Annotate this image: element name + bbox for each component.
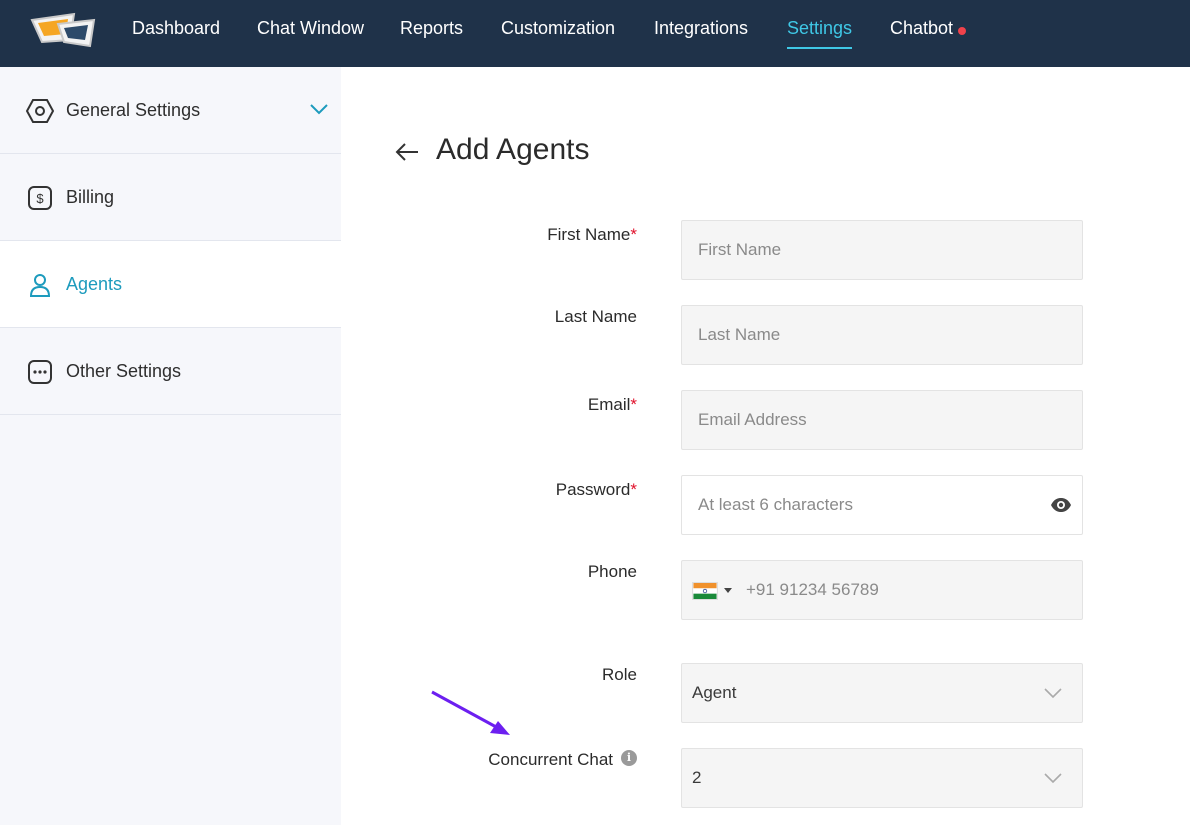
role-label: Role — [602, 665, 637, 684]
required-mark: * — [630, 480, 637, 499]
concurrent-chat-label: Concurrent Chat — [488, 750, 613, 769]
annotation-arrow-icon — [431, 690, 510, 735]
password-field[interactable] — [681, 475, 1083, 535]
page-title: Add Agents — [436, 133, 590, 166]
last-name-field[interactable] — [681, 305, 1083, 365]
chat-bubbles-logo[interactable] — [30, 12, 96, 50]
phone-label: Phone — [587, 562, 637, 581]
dollar-icon: $ — [28, 186, 52, 210]
country-dropdown-caret-icon[interactable] — [724, 588, 732, 593]
phone-field[interactable] — [681, 560, 1083, 620]
more-dots-icon — [28, 360, 52, 384]
first-name-label: First Name* — [547, 225, 637, 244]
last-name-label: Last Name — [554, 307, 637, 326]
first-name-field[interactable] — [681, 220, 1083, 280]
user-icon — [29, 274, 51, 297]
email-input[interactable] — [698, 391, 1028, 449]
nav-customization[interactable]: Customization — [501, 17, 615, 47]
nav-settings[interactable]: Settings — [787, 17, 853, 49]
notification-dot — [958, 27, 966, 35]
required-mark: * — [630, 395, 637, 414]
first-name-input[interactable] — [698, 221, 1028, 279]
svg-text:$: $ — [36, 191, 44, 206]
email-field[interactable] — [681, 390, 1083, 450]
nav-integrations[interactable]: Integrations — [654, 17, 748, 47]
role-select-value: Agent — [692, 683, 737, 702]
nav-dashboard[interactable]: Dashboard — [132, 17, 220, 47]
sidebar-item-label: General Settings — [66, 100, 201, 120]
settings-sidebar: General Settings $ Billing Agents Other … — [0, 67, 341, 825]
required-mark: * — [630, 225, 637, 244]
sidebar-item-other-settings[interactable]: Other Settings — [0, 328, 341, 415]
nav-chat-window[interactable]: Chat Window — [257, 17, 364, 47]
role-select[interactable]: Agent — [681, 663, 1083, 723]
chevron-down-icon[interactable] — [309, 102, 329, 116]
eye-icon[interactable] — [1050, 495, 1072, 515]
chevron-down-icon[interactable] — [1044, 686, 1062, 700]
top-nav-bar: Dashboard Chat Window Reports Customizat… — [0, 0, 1190, 67]
back-arrow-icon[interactable] — [394, 139, 420, 165]
sidebar-item-label: Other Settings — [66, 361, 182, 381]
sidebar-item-billing[interactable]: $ Billing — [0, 154, 341, 241]
password-input[interactable] — [698, 476, 1028, 534]
sidebar-item-general-settings[interactable]: General Settings — [0, 67, 341, 154]
last-name-input[interactable] — [698, 306, 1028, 364]
chevron-down-icon[interactable] — [1044, 771, 1062, 785]
email-label: Email* — [587, 395, 637, 414]
info-icon[interactable]: i — [621, 750, 637, 766]
nav-chatbot[interactable]: Chatbot — [890, 17, 953, 47]
concurrent-chat-select-value: 2 — [692, 768, 702, 787]
nav-reports[interactable]: Reports — [400, 17, 463, 47]
india-flag-icon[interactable] — [692, 582, 718, 600]
sidebar-item-agents[interactable]: Agents — [0, 241, 341, 328]
concurrent-chat-select[interactable]: 2 — [681, 748, 1083, 808]
sidebar-item-label: Agents — [66, 274, 123, 294]
phone-input[interactable] — [746, 561, 1076, 619]
sidebar-item-label: Billing — [66, 187, 115, 207]
password-label: Password* — [555, 480, 637, 499]
hexagon-gear-icon — [26, 99, 54, 123]
